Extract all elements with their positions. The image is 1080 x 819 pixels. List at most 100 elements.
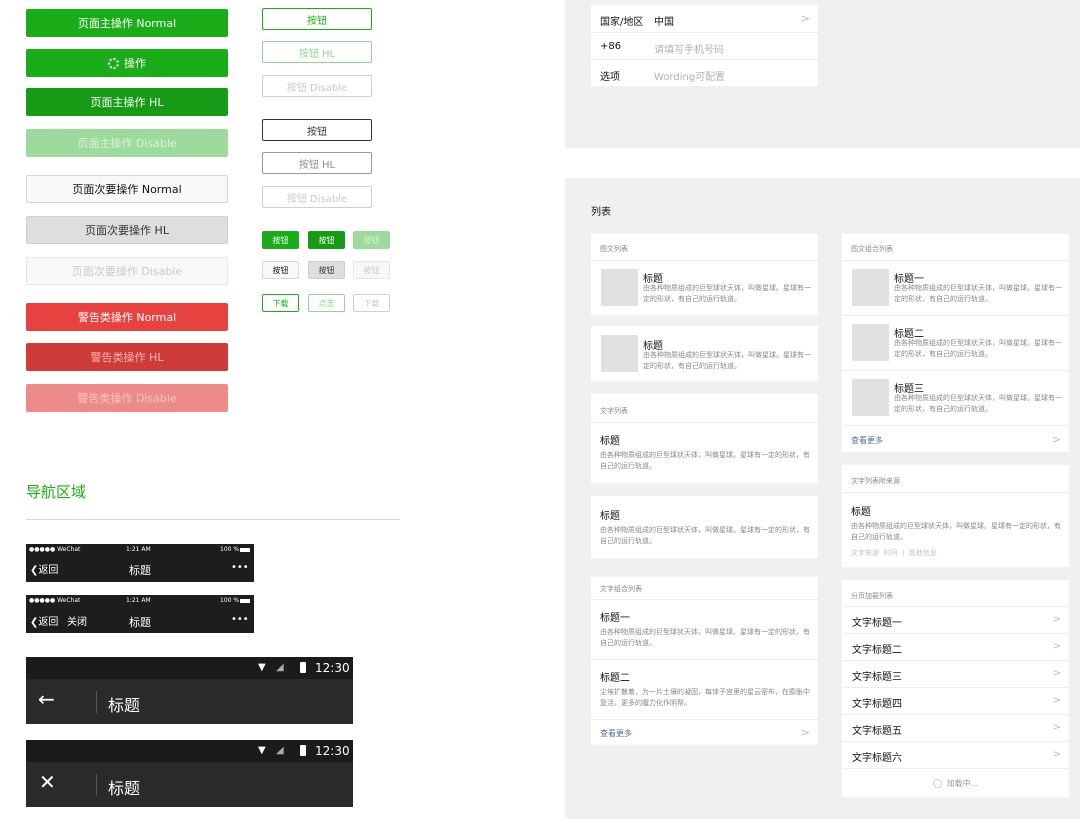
list-caption: 文字组合列表: [600, 585, 642, 593]
back-button[interactable]: ❮返回: [30, 561, 58, 576]
status-carrier: ●●●●● WeChat: [29, 597, 81, 604]
chevron-right-icon: >: [1052, 749, 1061, 760]
warn-button-hl[interactable]: 警告类操作 HL: [26, 343, 228, 371]
media-list-item[interactable]: 标题 由各种物质组成的巨型球状天体，叫做星球。星球有一定的形状，有自己的运行轨道…: [591, 326, 818, 381]
overflow-menu-icon[interactable]: ⋮: [346, 772, 364, 793]
primary-button[interactable]: 页面主操作 Normal: [26, 9, 228, 37]
back-button[interactable]: ❮返回: [30, 613, 58, 628]
paged-list-item[interactable]: 文字标题四 >: [842, 687, 1069, 714]
status-time: 1:21 AM: [126, 546, 151, 553]
mini-primary-button-hl[interactable]: 按钮: [308, 231, 345, 249]
text-group-item[interactable]: 标题二 尘埃扩散着，为一片土壤的凝固，每体子宫里的星云密布，在膨胀中复活，更多的…: [591, 659, 818, 719]
thumbnail-image: [601, 269, 638, 306]
source-list-item[interactable]: 标题 由各种物质组成的巨型球状天体，叫做星球。星球有一定的形状，有自己的运行轨道…: [842, 492, 1069, 567]
text-list-card: 文字列表 标题 由各种物质组成的巨型球状天体，叫做星球。星球有一定的形状，有自己…: [591, 394, 818, 483]
mini-label: 下载: [272, 298, 289, 308]
media-list-item[interactable]: 标题 由各种物质组成的巨型球状天体，叫做星球。星球有一定的形状，有自己的运行轨道…: [591, 260, 818, 315]
mini-secondary-button[interactable]: 按钮: [262, 261, 299, 279]
form-panel: 国家/地区 中国 > +86 请填写手机号码 选项 Wording可配置: [565, 0, 1080, 148]
text-list-item[interactable]: 标题 由各种物质组成的巨型球状天体，叫做星球。星球有一定的形状，有自己的运行轨道…: [591, 422, 818, 483]
item-desc: 由各种物质组成的巨型球状天体，叫做星球。星球有一定的形状，有自己的运行轨道。: [894, 394, 1062, 413]
mini-label: 下载: [363, 298, 380, 308]
media-group-item[interactable]: 标题一 由各种物质组成的巨型球状天体，叫做星球。星球有一定的形状，有自己的运行轨…: [842, 260, 1069, 315]
form-row-country[interactable]: 国家/地区 中国 >: [591, 5, 818, 32]
back-label: 返回: [38, 617, 59, 628]
thumbnail-image: [852, 324, 889, 361]
android-appbar-close: ▼ ◢ 12:30 ✕ 标题 ⋮: [26, 740, 364, 807]
more-icon[interactable]: •••: [231, 562, 249, 573]
mini-download-button[interactable]: 下载: [262, 294, 299, 312]
media-group-item[interactable]: 标题三 由各种物质组成的巨型球状天体，叫做星球。星球有一定的形状，有自己的运行轨…: [842, 370, 1069, 425]
back-label: 返回: [38, 565, 59, 576]
item-desc: 由各种物质组成的巨型球状天体，叫做星球。星球有一定的形状，有自己的运行轨道。: [851, 522, 1061, 541]
mini-label: 按钮: [363, 265, 380, 275]
nav-title: 标题: [129, 564, 151, 577]
ios-navbar-with-close: ●●●●● WeChat 1:21 AM 100 % ❮返回 关闭 标题 •••: [26, 595, 254, 633]
item-title: 文字标题二: [852, 645, 902, 656]
secondary-label: 页面次要操作 Normal: [72, 183, 182, 196]
list-caption: 图文组合列表: [851, 245, 893, 253]
form-label: 选项: [600, 72, 620, 83]
plain-green-hl-label: 按钮 HL: [298, 48, 336, 60]
chevron-right-icon: >: [1052, 722, 1061, 733]
media-group-item[interactable]: 标题二 由各种物质组成的巨型球状天体，叫做星球。星球有一定的形状，有自己的运行轨…: [842, 315, 1069, 370]
plain-green-button[interactable]: 按钮: [262, 8, 372, 30]
close-icon[interactable]: ✕: [39, 771, 56, 793]
chevron-right-icon: >: [1052, 668, 1061, 679]
chevron-right-icon: >: [1052, 695, 1061, 706]
divider: [96, 774, 97, 796]
wifi-icon: ▼: [258, 662, 266, 673]
secondary-button-hl[interactable]: 页面次要操作 HL: [26, 216, 228, 244]
status-carrier: ●●●●● WeChat: [29, 546, 81, 553]
primary-button-label: 页面主操作 Normal: [77, 17, 177, 30]
item-title: 标题二: [600, 673, 630, 684]
plain-green-button-hl[interactable]: 按钮 HL: [262, 41, 372, 63]
form-label: 国家/地区: [600, 17, 644, 28]
item-title: 标题: [851, 507, 871, 518]
item-desc: 尘埃扩散着，为一片土壤的凝固，每体子宫里的星云密布，在膨胀中复活，更多的魔力化作…: [600, 688, 810, 707]
secondary-button[interactable]: 页面次要操作 Normal: [26, 175, 228, 203]
thumbnail-image: [601, 335, 638, 372]
form-label: +86: [600, 41, 622, 52]
close-button[interactable]: 关闭: [67, 613, 87, 628]
loading-indicator: 加载中...: [842, 768, 1069, 797]
status-battery: 100 %: [220, 546, 240, 553]
primary-button-hl[interactable]: 页面主操作 HL: [26, 88, 228, 116]
paged-list-item[interactable]: 文字标题二 >: [842, 633, 1069, 660]
mini-primary-button[interactable]: 按钮: [262, 231, 299, 249]
more-icon[interactable]: •••: [231, 614, 249, 625]
secondary-disable-label: 页面次要操作 Disable: [71, 265, 183, 278]
arrow-left-icon[interactable]: ←: [38, 688, 55, 710]
signal-icon: ◢: [276, 662, 284, 673]
item-title: 文字标题五: [852, 726, 902, 737]
phone-input[interactable]: 请填写手机号码: [654, 41, 724, 56]
text-group-item[interactable]: 标题一 由各种物质组成的巨型球状天体，叫做星球。星球有一定的形状，有自己的运行轨…: [591, 599, 818, 659]
loading-icon: [108, 57, 119, 69]
plain-black-button[interactable]: 按钮: [262, 119, 372, 141]
warn-hl-label: 警告类操作 HL: [90, 351, 164, 364]
primary-disable-label: 页面主操作 Disable: [77, 137, 177, 150]
battery-icon: [240, 548, 250, 552]
plain-black-button-hl[interactable]: 按钮 HL: [262, 152, 372, 174]
overflow-menu-icon[interactable]: ⋮: [346, 689, 364, 710]
text-list-item[interactable]: 标题 由各种物质组成的巨型球状天体，叫做星球。星球有一定的形状，有自己的运行轨道…: [591, 496, 818, 558]
plain-black-button-disabled: 按钮 Disable: [262, 186, 372, 208]
item-title: 标题一: [600, 613, 630, 624]
paged-list-item[interactable]: 文字标题六 >: [842, 741, 1069, 768]
paged-list-item[interactable]: 文字标题五 >: [842, 714, 1069, 741]
view-more-link[interactable]: 查看更多 >: [591, 719, 818, 745]
primary-loading-button[interactable]: 操作: [26, 49, 228, 77]
mini-click-button[interactable]: 点击: [308, 294, 345, 312]
chevron-right-icon: >: [1051, 433, 1061, 446]
view-more-link[interactable]: 查看更多 >: [842, 425, 1069, 452]
form-row-phone: +86 请填写手机号码: [591, 32, 818, 59]
secondary-hl-label: 页面次要操作 HL: [85, 224, 169, 237]
paged-list-item[interactable]: 文字标题三 >: [842, 660, 1069, 687]
option-input[interactable]: Wording可配置: [654, 68, 725, 83]
section-divider: [26, 519, 400, 520]
item-desc: 由各种物质组成的巨型球状天体，叫做星球。星球有一定的形状，有自己的运行轨道。: [600, 451, 810, 470]
paged-list-item[interactable]: 文字标题一 >: [842, 606, 1069, 633]
warn-button[interactable]: 警告类操作 Normal: [26, 303, 228, 331]
battery-icon: [240, 599, 250, 603]
mini-secondary-button-hl[interactable]: 按钮: [308, 261, 345, 279]
